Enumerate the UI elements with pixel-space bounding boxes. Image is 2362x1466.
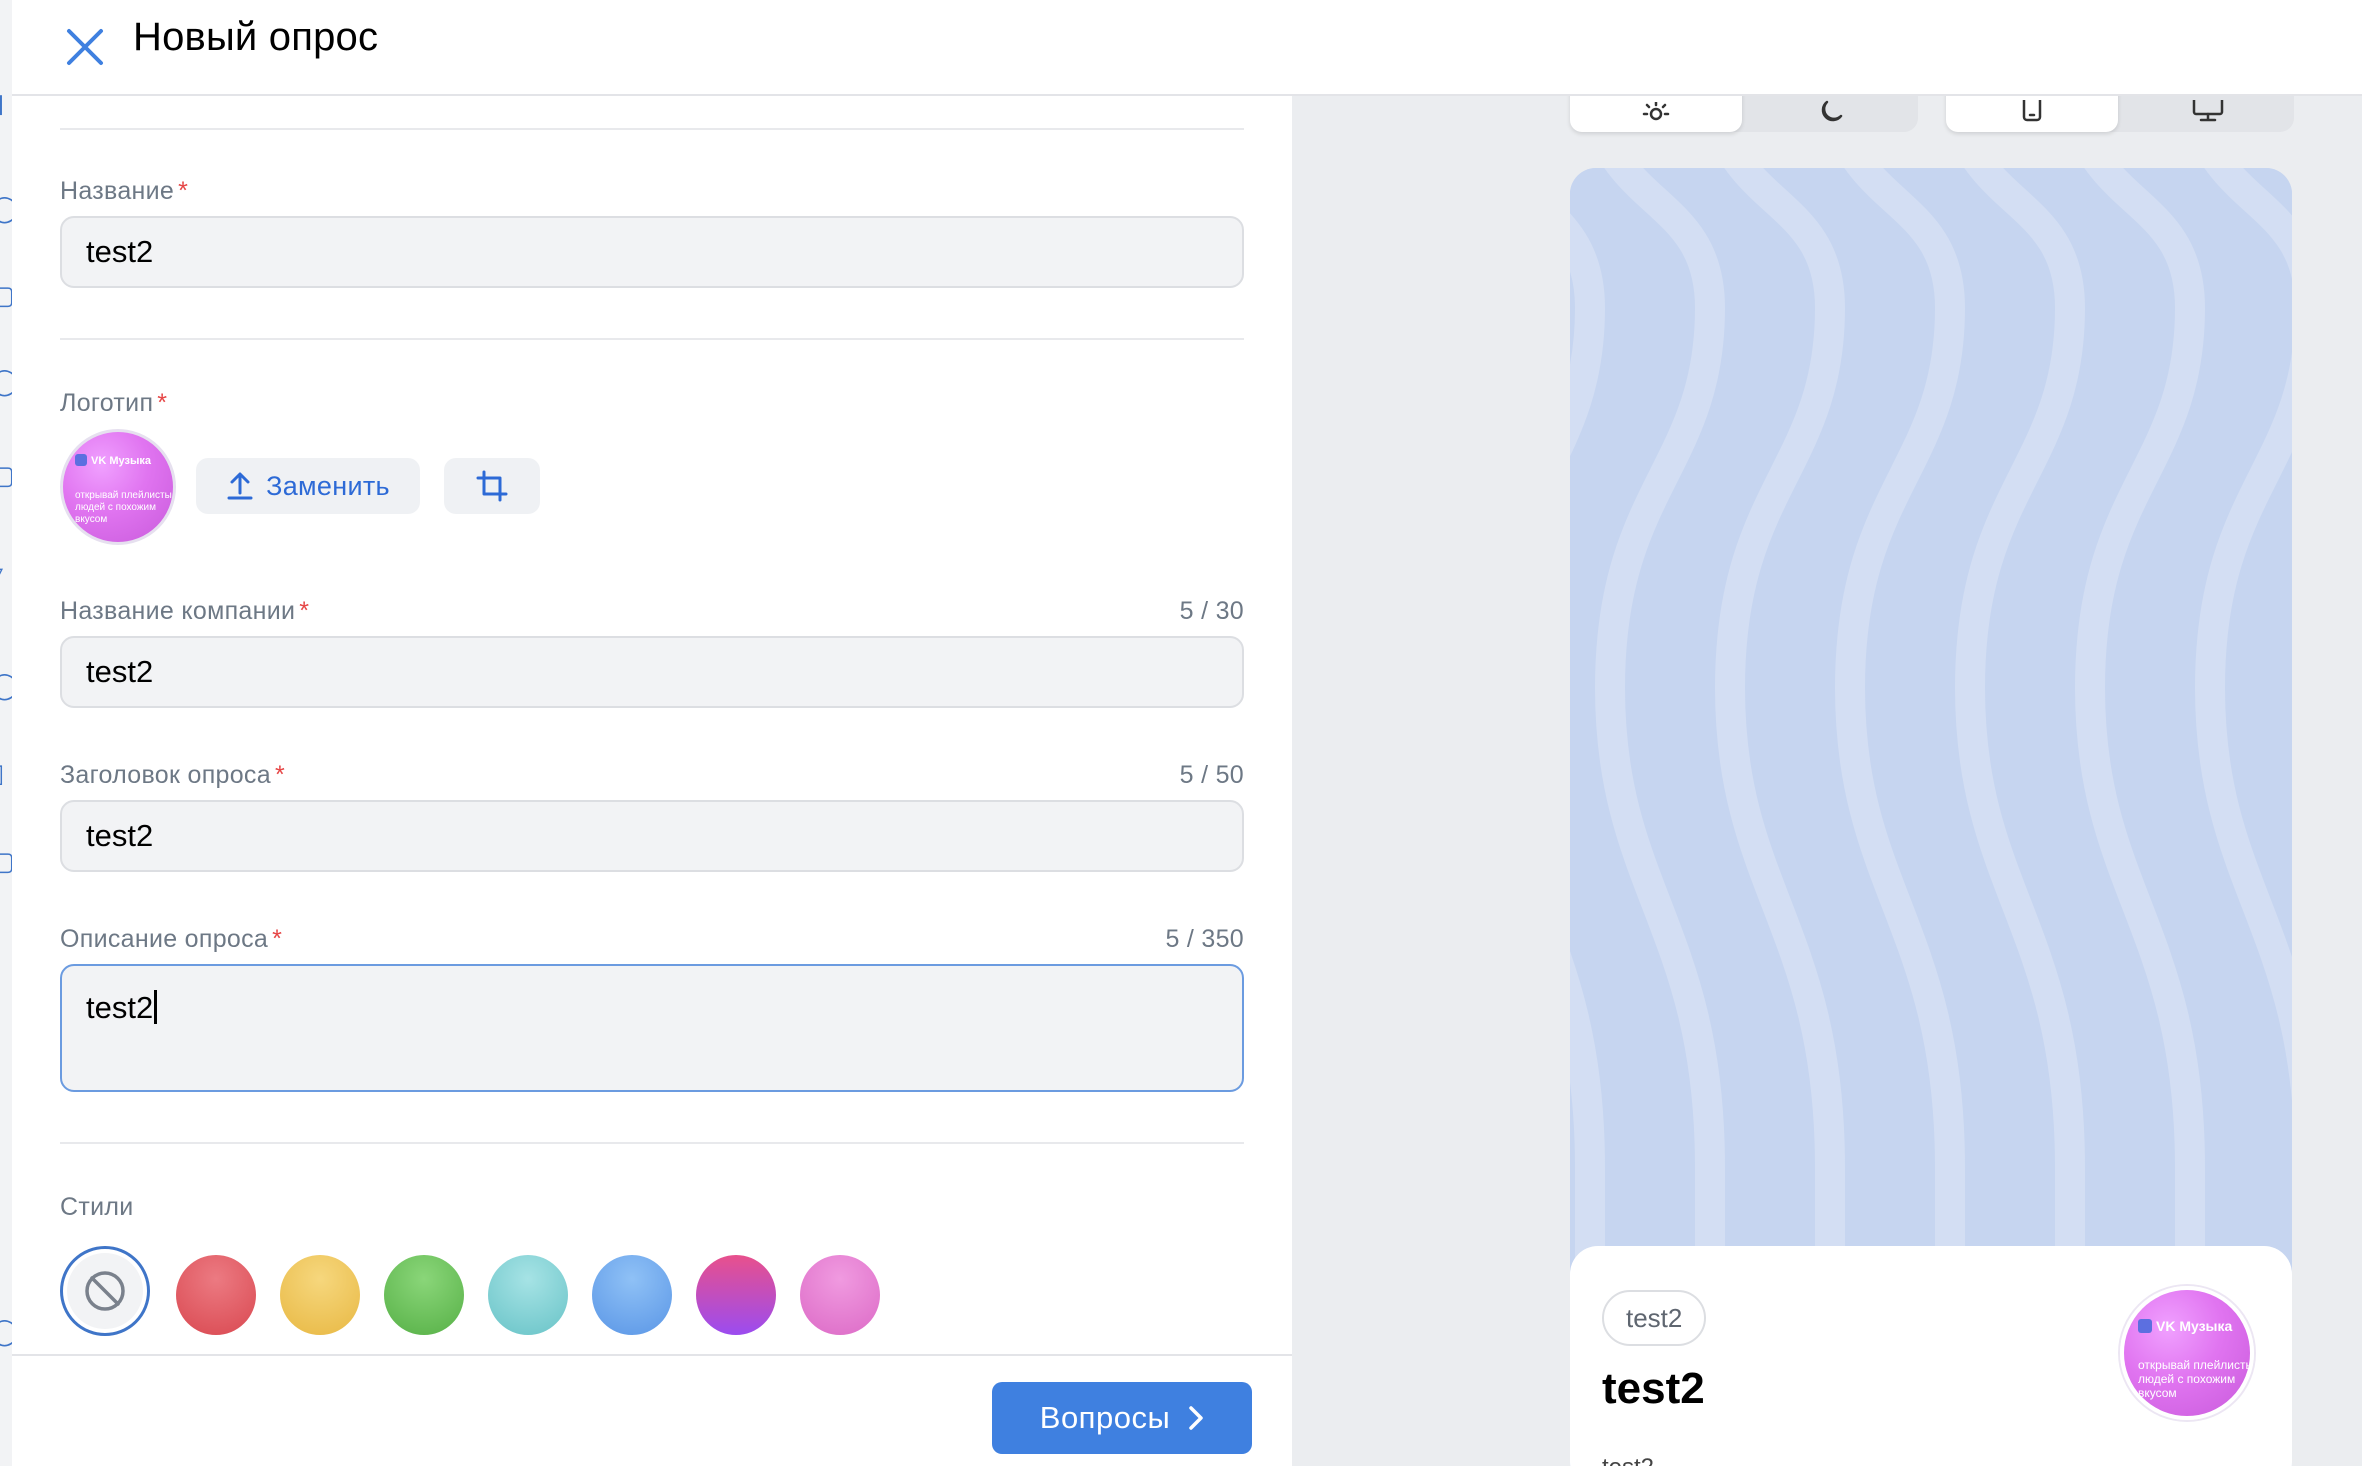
bg-icon: ▮ — [0, 90, 4, 116]
bg-icon: ◯ — [0, 672, 12, 698]
sun-icon — [1642, 102, 1670, 121]
preview-logo: VK Музыка открывай плейлисты людей с пох… — [2120, 1286, 2254, 1420]
questions-next-button[interactable]: Вопросы — [992, 1382, 1252, 1454]
heading-counter: 5 / 50 — [1179, 761, 1244, 789]
heading-label: Заголовок опроса * — [60, 761, 285, 789]
logo-label: Логотип * — [60, 389, 168, 417]
moon-icon — [1821, 100, 1843, 122]
swatch-teal[interactable] — [488, 1255, 568, 1335]
name-input[interactable]: test2 — [60, 216, 1244, 288]
bg-icon: ▿ — [0, 560, 3, 586]
crop-logo-button[interactable] — [444, 458, 540, 514]
preview-panel: test2 test2 test2 VK Музыка открывай пле… — [1292, 96, 2362, 1466]
company-label: Название компании * — [60, 597, 310, 625]
divider — [60, 1142, 1244, 1144]
survey-form: Название * test2 Логотип * VK Музыка откры… — [12, 96, 1292, 1356]
preview-card: test2 test2 test2 VK Музыка открывай пле… — [1570, 1246, 2292, 1466]
bg-icon: ▢ — [0, 462, 12, 488]
logo-thumbnail: VK Музыка открывай плейлисты людей с пох… — [60, 429, 176, 545]
close-button[interactable] — [52, 14, 118, 80]
company-chip: test2 — [1602, 1290, 1707, 1346]
upload-icon — [227, 472, 253, 500]
bg-icon: ▢ — [0, 848, 12, 874]
crop-icon — [476, 470, 508, 502]
modal-title: Новый опрос — [133, 15, 379, 59]
phone-icon — [2022, 100, 2042, 122]
styles-label: Стили — [60, 1193, 134, 1221]
text-caret — [154, 990, 158, 1024]
background-app-strip: ▮ ◯ ▢ ◯ ▢ ▿ ◯ ▯ ▢ ◯ — [0, 0, 12, 1466]
swatch-green[interactable] — [384, 1255, 464, 1335]
swatch-blue[interactable] — [592, 1255, 672, 1335]
bg-icon: ◯ — [0, 1318, 12, 1344]
light-theme-tab[interactable] — [1570, 96, 1742, 132]
close-icon — [67, 29, 103, 65]
company-counter: 5 / 30 — [1179, 597, 1244, 625]
bg-icon: ▢ — [0, 282, 12, 308]
modal-header: Новый опрос — [12, 0, 2362, 96]
no-style-icon — [85, 1271, 125, 1311]
bg-icon: ▯ — [0, 760, 4, 786]
style-swatches — [60, 1246, 960, 1336]
mobile-preview-tab[interactable] — [1946, 96, 2118, 132]
monitor-icon — [2192, 100, 2224, 122]
divider — [60, 338, 1244, 340]
description-counter: 5 / 350 — [1165, 925, 1244, 953]
description-label: Описание опроса * — [60, 925, 283, 953]
modal-footer: Вопросы — [12, 1354, 1292, 1466]
swatch-pink[interactable] — [800, 1255, 880, 1335]
theme-toggle — [1570, 96, 1918, 132]
swatch-red[interactable] — [176, 1255, 256, 1335]
phone-preview: test2 test2 test2 VK Музыка открывай пле… — [1570, 168, 2292, 1466]
preview-survey-title: test2 — [1602, 1364, 1705, 1413]
preview-description: test2 — [1602, 1454, 1654, 1466]
device-toggle — [1946, 96, 2294, 132]
heading-input[interactable]: test2 — [60, 800, 1244, 872]
company-input[interactable]: test2 — [60, 636, 1244, 708]
swatch-none[interactable] — [60, 1246, 150, 1336]
divider — [60, 128, 1244, 130]
description-textarea[interactable]: test2 — [60, 964, 1244, 1092]
dark-theme-tab[interactable] — [1746, 96, 1918, 132]
replace-logo-button[interactable]: Заменить — [196, 458, 420, 514]
bg-icon: ◯ — [0, 368, 12, 394]
name-label: Название * — [60, 177, 189, 205]
bg-icon: ◯ — [0, 195, 12, 221]
wave-pattern-background — [1570, 168, 2292, 1268]
desktop-preview-tab[interactable] — [2122, 96, 2294, 132]
swatch-yellow[interactable] — [280, 1255, 360, 1335]
swatch-magenta-violet[interactable] — [696, 1255, 776, 1335]
chevron-right-icon — [1189, 1406, 1203, 1430]
